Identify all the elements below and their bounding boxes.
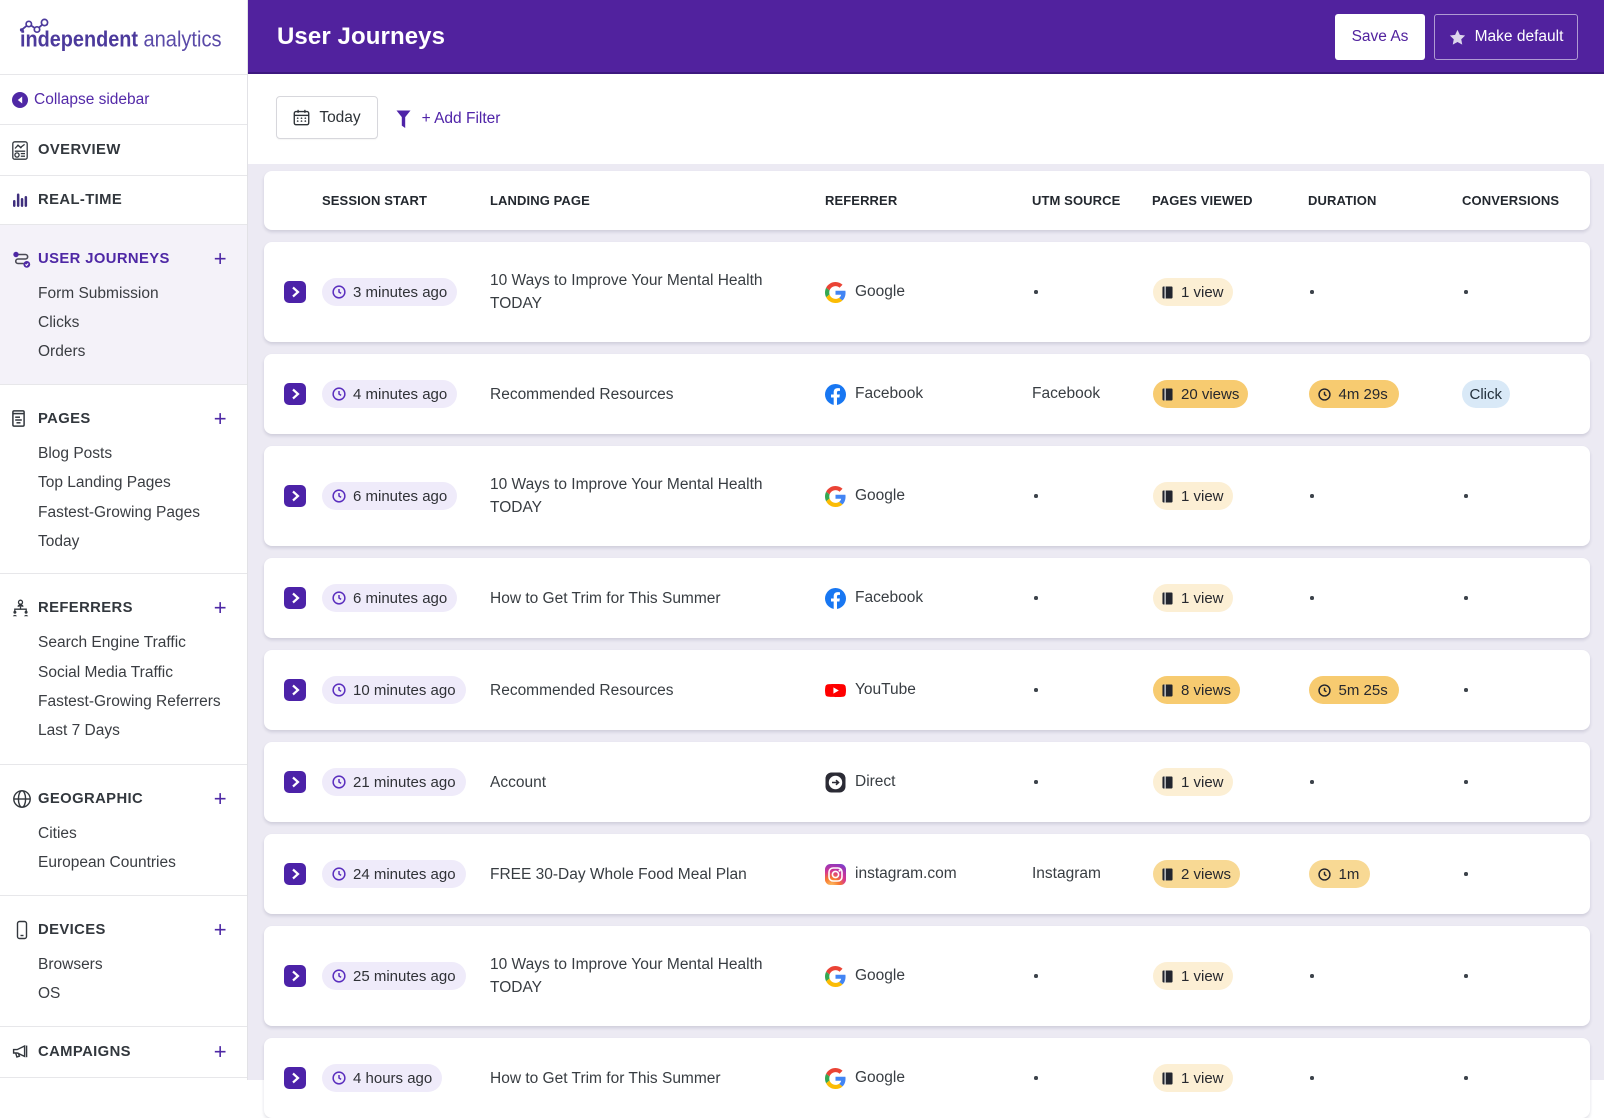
svg-text:independent: independent (20, 27, 138, 52)
svg-text:analytics: analytics (144, 27, 222, 52)
